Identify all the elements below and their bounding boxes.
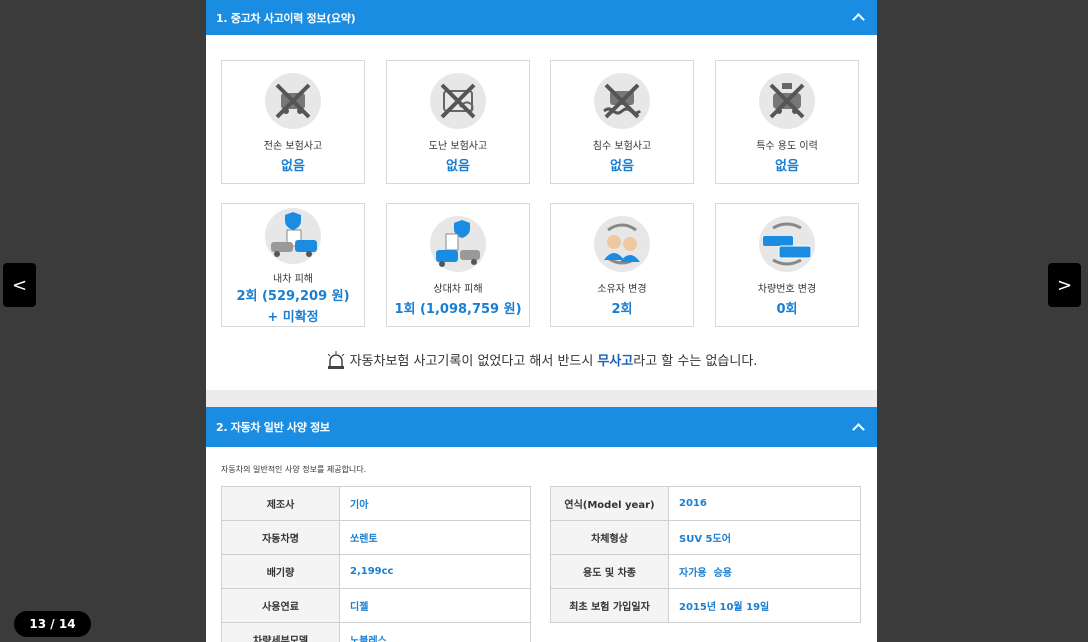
card-my-car-damage: 내차 피해 2회 (529,209 원) + 미확정 — [221, 203, 365, 327]
spec-value: 디젤 — [339, 588, 531, 623]
card-other-car-damage: 상대차 피해 1회 (1,098,759 원) — [386, 203, 530, 327]
card-owner-change: 소유자 변경 2회 — [550, 203, 694, 327]
section1-header[interactable]: 1. 중고차 사고이력 정보(요약) — [206, 0, 877, 35]
card-plate-change: 차량번호 변경 0회 — [715, 203, 859, 327]
section-divider — [206, 390, 877, 407]
spec-key: 차량세부모델 — [221, 622, 340, 642]
warning-light-icon — [327, 350, 344, 369]
spec-table-left: 제조사 기아 자동차명 쏘렌토 배기량 2,199cc 사용연료 디젤 차량세부… — [221, 486, 531, 642]
spec-value: 2015년 10월 19일 — [668, 588, 861, 623]
card-value: 1회 (1,098,759 원) — [394, 302, 522, 317]
card-value: 0회 — [776, 302, 798, 317]
card-label: 소유자 변경 — [597, 284, 647, 295]
owner-change-icon — [594, 216, 650, 272]
spec-value: 자가용 승용 — [668, 554, 861, 589]
spec-value: 노블레스 — [339, 622, 531, 642]
card-value: 없음 — [775, 159, 799, 174]
flood-icon — [594, 73, 650, 129]
no-accident-notice: 자동차보험 사고기록이 없었다고 해서 반드시 무사고 라고 할 수는 없습니다. — [206, 350, 877, 369]
card-label: 도난 보험사고 — [428, 141, 488, 152]
spec-key: 최초 보험 가입일자 — [550, 588, 669, 623]
spec-value: 2,199cc — [339, 554, 531, 589]
card-label: 특수 용도 이력 — [756, 141, 818, 152]
card-label: 상대차 피해 — [433, 284, 483, 295]
spec-key: 자동차명 — [221, 520, 340, 555]
spec-key: 연식(Model year) — [550, 486, 669, 521]
my-car-damage-icon — [265, 208, 321, 264]
section2-intro: 자동차의 일반적인 사양 정보를 제공합니다. — [221, 465, 367, 474]
taxi-icon — [759, 73, 815, 129]
next-page-button[interactable]: > — [1048, 263, 1081, 307]
chevron-up-icon[interactable] — [852, 422, 865, 436]
prev-page-button[interactable]: < — [3, 263, 36, 307]
spec-value: 쏘렌토 — [339, 520, 531, 555]
card-label: 전손 보험사고 — [263, 141, 323, 152]
spec-key: 차체형상 — [550, 520, 669, 555]
card-total-loss: 전손 보험사고 없음 — [221, 60, 365, 184]
spec-value: SUV 5도어 — [668, 520, 861, 555]
spec-value: 기아 — [339, 486, 531, 521]
card-value: 없음 — [281, 159, 305, 174]
card-label: 차량번호 변경 — [757, 284, 817, 295]
card-theft: 도난 보험사고 없음 — [386, 60, 530, 184]
spec-key: 배기량 — [221, 554, 340, 589]
spec-key: 용도 및 차종 — [550, 554, 669, 589]
table-row: 제조사 기아 — [221, 486, 531, 521]
card-label: 침수 보험사고 — [592, 141, 652, 152]
card-value: 없음 — [446, 159, 470, 174]
spec-value: 2016 — [668, 486, 861, 521]
spec-key: 제조사 — [221, 486, 340, 521]
table-row: 차량세부모델 노블레스 — [221, 622, 531, 642]
table-row: 최초 보험 가입일자 2015년 10월 19일 — [550, 588, 861, 623]
page-counter: 13 / 14 — [14, 611, 91, 637]
section1-title: 1. 중고차 사고이력 정보(요약) — [216, 11, 356, 25]
table-row: 사용연료 디젤 — [221, 588, 531, 623]
section2-header[interactable]: 2. 자동차 일반 사양 정보 — [206, 407, 877, 447]
notice-text-pre: 자동차보험 사고기록이 없었다고 해서 반드시 — [349, 354, 594, 369]
chevron-up-icon[interactable] — [852, 13, 865, 26]
notice-text-post: 라고 할 수는 없습니다. — [633, 354, 758, 369]
card-label: 내차 피해 — [273, 274, 313, 285]
section2-title: 2. 자동차 일반 사양 정보 — [216, 421, 330, 434]
spec-key: 사용연료 — [221, 588, 340, 623]
table-row: 차체형상 SUV 5도어 — [550, 520, 861, 555]
notice-highlight: 무사고 — [597, 354, 634, 369]
table-row: 자동차명 쏘렌토 — [221, 520, 531, 555]
card-value: 2회 — [611, 302, 633, 317]
table-row: 용도 및 차종 자가용 승용 — [550, 554, 861, 589]
card-special-use: 특수 용도 이력 없음 — [715, 60, 859, 184]
table-row: 배기량 2,199cc — [221, 554, 531, 589]
document-page: 1. 중고차 사고이력 정보(요약) 전손 보험사고 없음 도난 보험사고 없음… — [206, 0, 877, 642]
other-car-damage-icon — [430, 216, 486, 272]
card-flood: 침수 보험사고 없음 — [550, 60, 694, 184]
card-value: 없음 — [610, 159, 634, 174]
card-value: 2회 (529,209 원) + 미확정 — [236, 289, 350, 325]
table-row: 연식(Model year) 2016 — [550, 486, 861, 521]
plate-change-icon — [759, 216, 815, 272]
total-loss-icon — [265, 73, 321, 129]
spec-table-right: 연식(Model year) 2016 차체형상 SUV 5도어 용도 및 차종… — [550, 486, 861, 623]
theft-icon — [430, 73, 486, 129]
